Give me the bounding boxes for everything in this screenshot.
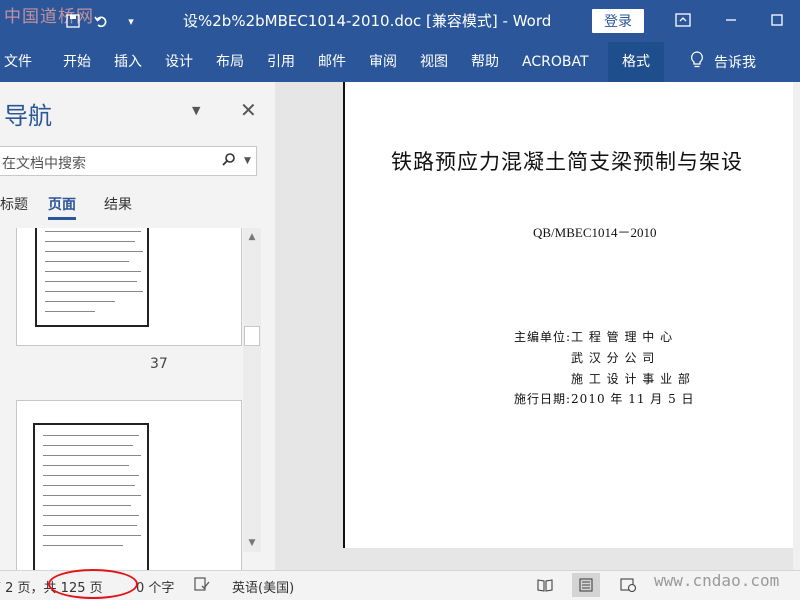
web-layout-icon[interactable] <box>614 573 642 597</box>
nav-scrollbar[interactable]: ▲ ▼ <box>243 228 261 552</box>
thumbnail-page-content <box>33 423 149 570</box>
search-icon[interactable] <box>222 152 236 170</box>
editor-unit-line3: 施 工 设 计 事 业 部 <box>571 372 691 386</box>
ribbon-display-options-icon[interactable] <box>670 8 696 32</box>
tab-help[interactable]: 帮助 <box>471 42 499 82</box>
editor-unit-line2: 武 汉 分 公 司 <box>571 351 656 365</box>
nav-tab-headings[interactable]: 标题 <box>0 194 28 214</box>
page-number-label: 37 <box>150 356 168 372</box>
scrollbar-thumb[interactable] <box>244 326 260 346</box>
read-mode-icon[interactable] <box>531 573 559 597</box>
print-layout-icon[interactable] <box>572 573 600 597</box>
tab-format[interactable]: 格式 <box>608 42 664 82</box>
tab-file[interactable]: 文件 <box>4 42 32 82</box>
undo-icon[interactable] <box>90 10 112 32</box>
tab-review[interactable]: 审阅 <box>369 42 397 82</box>
customize-toolbar-icon[interactable]: ▾ <box>120 10 142 32</box>
scroll-up-icon[interactable]: ▲ <box>243 228 261 246</box>
tab-design[interactable]: 设计 <box>165 42 193 82</box>
navigation-pane: 导航 ▼ ✕ 在文档中搜索 ▼ 标题 页面 结果 37 ▲ ▼ <box>0 82 275 570</box>
page-thumbnail[interactable] <box>16 400 242 570</box>
language-status[interactable]: 英语(美国) <box>232 577 294 596</box>
tell-me-label: 告诉我 <box>714 55 756 71</box>
document-area: 铁路预应力混凝土简支梁预制与架设 QB/MBEC1014－2010 主编单位:工… <box>275 82 800 570</box>
document-code: QB/MBEC1014－2010 <box>533 225 657 240</box>
document-title: 铁路预应力混凝土简支梁预制与架设 <box>391 150 743 174</box>
tab-home[interactable]: 开始 <box>63 42 91 82</box>
document-page[interactable]: 铁路预应力混凝土简支梁预制与架设 QB/MBEC1014－2010 主编单位:工… <box>343 82 800 548</box>
close-icon[interactable]: ✕ <box>240 98 257 122</box>
editor-unit: 主编单位:工 程 管 理 中 心 <box>514 330 674 344</box>
title-bar: 中国道桥网 ▾ 设%2b%2bMBEC1014-2010.doc [兼容模式] … <box>0 0 800 42</box>
nav-tab-results[interactable]: 结果 <box>104 194 132 214</box>
scroll-down-icon[interactable]: ▼ <box>243 534 261 552</box>
save-icon[interactable] <box>62 10 84 32</box>
tab-mailings[interactable]: 邮件 <box>318 42 346 82</box>
effective-date: 施行日期:2010 年 11 月 5 日 <box>514 392 695 406</box>
page-thumbnail[interactable] <box>16 228 242 346</box>
site-watermark-url: www.cndao.com <box>654 571 780 590</box>
page-count-annotation-circle <box>48 569 138 599</box>
document-scrollbar[interactable] <box>793 82 800 570</box>
tab-view[interactable]: 视图 <box>420 42 448 82</box>
tab-acrobat[interactable]: ACROBAT <box>522 42 589 82</box>
nav-options-dropdown-icon[interactable]: ▼ <box>192 104 206 118</box>
tab-references[interactable]: 引用 <box>267 42 295 82</box>
search-input[interactable]: 在文档中搜索 <box>2 153 86 173</box>
thumbnail-page-content <box>35 228 149 327</box>
nav-search-box[interactable]: 在文档中搜索 ▼ <box>0 146 257 176</box>
tab-layout[interactable]: 布局 <box>216 42 244 82</box>
nav-pane-title: 导航 <box>4 102 52 130</box>
ribbon-tabs: 文件 开始 插入 设计 布局 引用 邮件 审阅 视图 帮助 ACROBAT 格式… <box>0 42 800 82</box>
word-count-status[interactable]: 0 个字 <box>136 577 174 596</box>
maximize-icon[interactable] <box>764 8 790 32</box>
search-options-dropdown-icon[interactable]: ▼ <box>244 156 251 166</box>
nav-tab-pages[interactable]: 页面 <box>48 194 76 220</box>
tab-insert[interactable]: 插入 <box>114 42 142 82</box>
login-button[interactable]: 登录 <box>592 9 644 33</box>
proofing-icon[interactable] <box>194 577 210 596</box>
window-title: 设%2b%2bMBEC1014-2010.doc [兼容模式] - Word <box>183 12 552 30</box>
minimize-icon[interactable] <box>718 8 744 32</box>
page-thumbnails: 37 <box>0 228 262 570</box>
lightbulb-icon <box>690 51 704 73</box>
tell-me-box[interactable]: 告诉我 <box>690 42 756 82</box>
